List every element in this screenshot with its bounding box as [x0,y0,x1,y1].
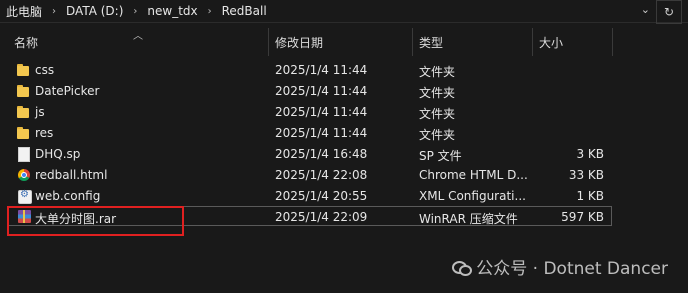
file-row[interactable]: js 2025/1/4 11:44 文件夹 [8,102,612,123]
file-name[interactable]: DatePicker [35,84,99,98]
file-modified: 2025/1/4 20:55 [275,189,368,203]
file-row[interactable]: DHQ.sp 2025/1/4 16:48 SP 文件 3 KB [8,144,612,165]
file-size: 3 KB [576,147,604,161]
file-name[interactable]: web.config [35,189,100,203]
file-size: 1 KB [576,189,604,203]
file-row[interactable]: res 2025/1/4 11:44 文件夹 [8,123,612,144]
file-name[interactable]: css [35,63,54,77]
column-divider[interactable] [532,28,533,56]
chevron-right-icon[interactable]: › [200,6,220,17]
column-modified[interactable]: 修改日期 [275,34,323,51]
file-modified: 2025/1/4 11:44 [275,63,368,77]
file-name[interactable]: res [35,126,53,140]
file-modified: 2025/1/4 11:44 [275,84,368,98]
breadcrumb-this-pc[interactable]: 此电脑 [4,3,44,20]
watermark: 公众号 · Dotnet Dancer [452,254,668,279]
file-icon [18,147,30,162]
file-row[interactable]: DatePicker 2025/1/4 11:44 文件夹 [8,81,612,102]
address-bar[interactable]: 此电脑 › DATA (D:) › new_tdx › RedBall ⌄ ↻ [0,0,688,24]
file-type: XML Configurati... [419,189,526,203]
column-type[interactable]: 类型 [419,34,443,51]
refresh-icon: ↻ [663,5,675,19]
config-icon [18,189,32,204]
wechat-icon [452,259,473,276]
file-type: 文件夹 [419,128,456,142]
file-row[interactable]: css 2025/1/4 11:44 文件夹 [8,60,612,81]
file-name[interactable]: js [35,105,45,119]
column-name[interactable]: 名称 [14,34,38,51]
file-type: 文件夹 [419,65,456,79]
folder-icon [17,105,31,119]
file-modified: 2025/1/4 16:48 [275,147,368,161]
watermark-text: 公众号 · Dotnet Dancer [476,259,668,279]
file-modified: 2025/1/4 11:44 [275,126,368,140]
column-size[interactable]: 大小 [539,34,563,51]
annotation-highlight-box [7,206,184,236]
file-type: Chrome HTML D... [419,168,528,182]
column-divider[interactable] [268,28,269,56]
breadcrumb-redball[interactable]: RedBall [220,4,269,18]
chevron-down-icon[interactable]: ⌄ [641,3,650,16]
breadcrumb-new-tdx[interactable]: new_tdx [145,4,199,18]
file-row[interactable]: redball.html 2025/1/4 22:08 Chrome HTML D.… [8,165,612,186]
chrome-icon [18,169,30,181]
file-modified: 2025/1/4 11:44 [275,105,368,119]
file-modified: 2025/1/4 22:08 [275,168,368,182]
file-row[interactable]: web.config 2025/1/4 20:55 XML Configurati.… [8,186,612,207]
file-size: 33 KB [568,168,604,182]
column-divider[interactable] [412,28,413,56]
chevron-right-icon[interactable]: › [125,6,145,17]
file-name[interactable]: redball.html [35,168,107,182]
sort-ascending-icon: ︿ [133,31,143,42]
folder-icon [17,126,31,140]
chevron-right-icon[interactable]: › [44,6,64,17]
file-type: 文件夹 [419,86,456,100]
folder-icon [17,63,31,77]
file-name[interactable]: DHQ.sp [35,147,80,161]
refresh-button[interactable]: ↻ [656,0,682,24]
column-divider[interactable] [612,28,613,56]
folder-icon [17,84,31,98]
file-type: 文件夹 [419,107,456,121]
file-type: SP 文件 [419,149,462,163]
breadcrumb: 此电脑 › DATA (D:) › new_tdx › RedBall [4,3,269,19]
column-header: ︿ 名称 修改日期 类型 大小 [0,28,688,56]
breadcrumb-drive[interactable]: DATA (D:) [64,4,125,18]
